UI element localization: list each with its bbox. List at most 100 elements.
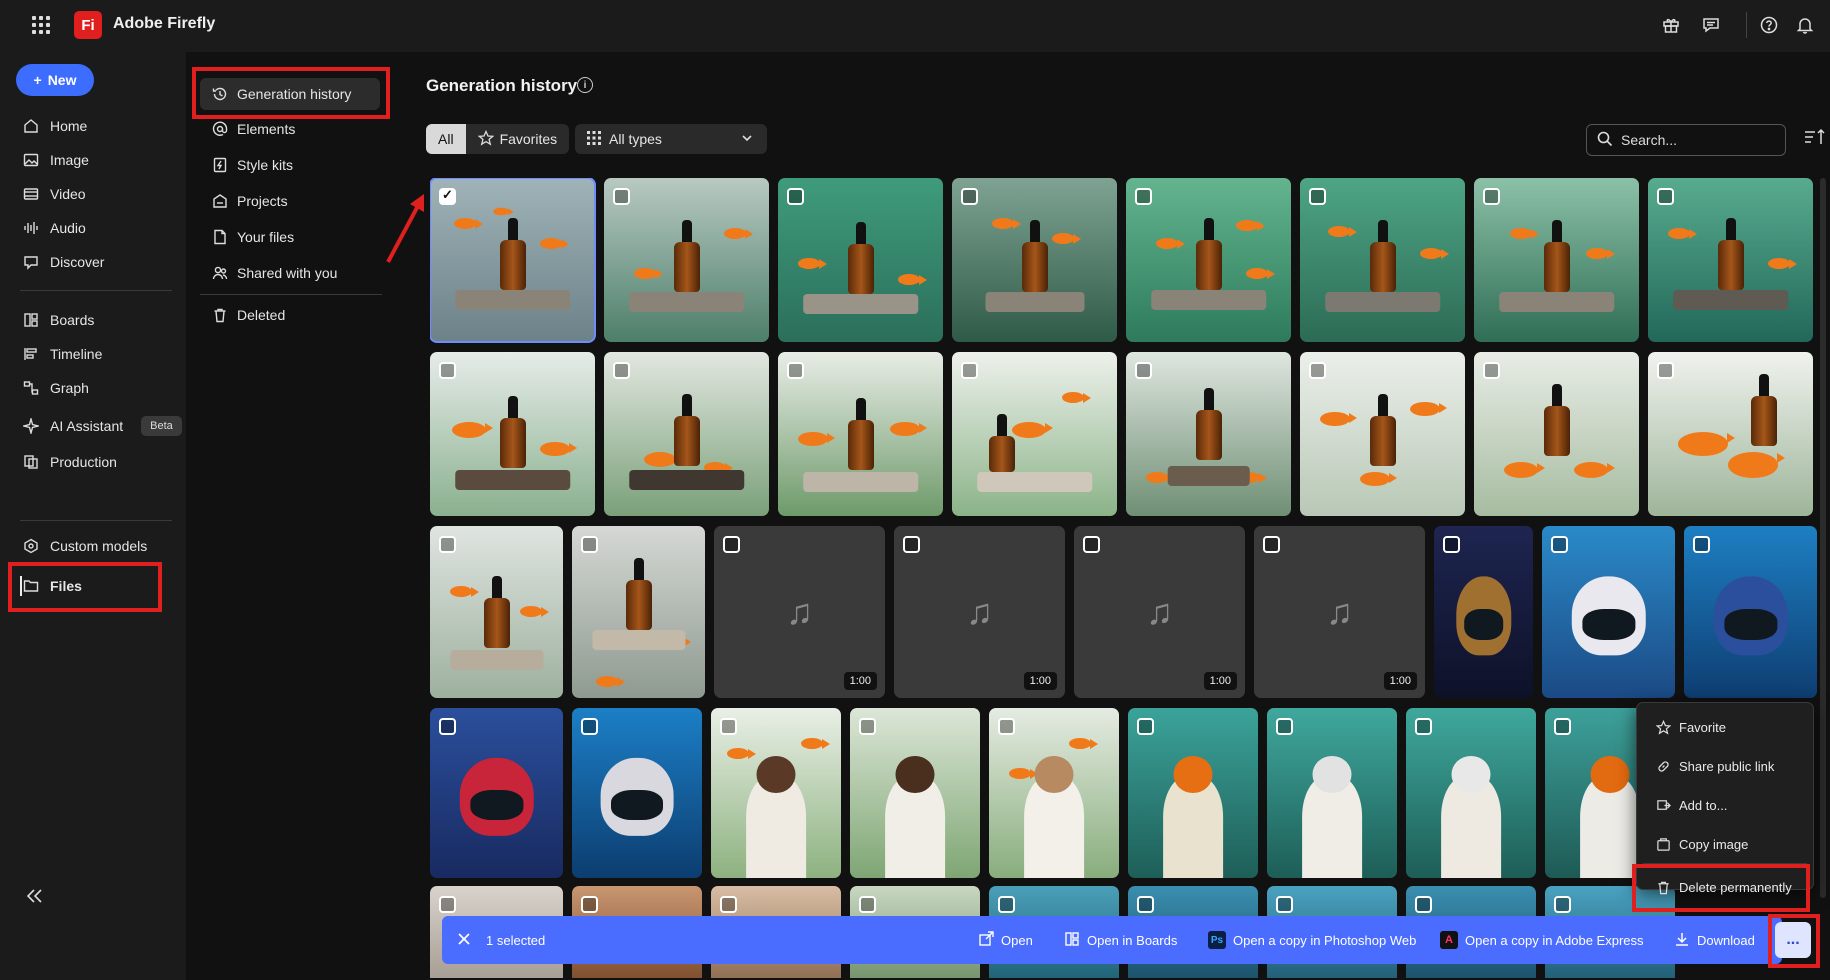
select-checkbox[interactable] (1309, 362, 1326, 379)
select-checkbox[interactable] (723, 536, 740, 553)
audio-thumbnail[interactable]: ♫ 1:00 (714, 526, 885, 698)
generation-thumbnail[interactable] (1128, 708, 1258, 878)
generation-thumbnail[interactable] (430, 708, 563, 878)
generation-thumbnail[interactable] (604, 352, 769, 516)
select-checkbox[interactable] (439, 718, 456, 735)
select-checkbox[interactable] (1415, 718, 1432, 735)
rail-item-audio[interactable]: Audio (22, 214, 86, 242)
sort-icon[interactable] (1804, 128, 1826, 151)
generation-thumbnail[interactable] (430, 352, 595, 516)
subnav-item-your-files[interactable]: Your files (212, 224, 294, 250)
generation-thumbnail[interactable] (1126, 178, 1291, 342)
select-checkbox[interactable] (1657, 362, 1674, 379)
select-checkbox[interactable] (903, 536, 920, 553)
generation-thumbnail[interactable] (1474, 352, 1639, 516)
audio-thumbnail[interactable]: ♫ 1:00 (1254, 526, 1425, 698)
rail-item-boards[interactable]: Boards (22, 306, 94, 334)
subnav-item-elements[interactable]: Elements (212, 116, 295, 142)
select-checkbox[interactable] (787, 362, 804, 379)
generation-thumbnail[interactable] (1648, 178, 1813, 342)
generation-thumbnail[interactable] (1648, 352, 1813, 516)
menu-item-copy-image[interactable]: Copy image (1655, 832, 1748, 856)
select-checkbox[interactable] (1657, 188, 1674, 205)
select-checkbox[interactable] (1083, 536, 1100, 553)
generation-thumbnail[interactable] (1300, 178, 1465, 342)
select-checkbox[interactable] (1554, 896, 1571, 913)
open-in-boards-button[interactable]: Open in Boards (1064, 930, 1177, 950)
rail-item-production[interactable]: Production (22, 448, 117, 476)
chat-icon[interactable] (1700, 14, 1722, 36)
select-checkbox[interactable] (720, 718, 737, 735)
select-checkbox[interactable] (787, 188, 804, 205)
bell-icon[interactable] (1794, 14, 1816, 36)
new-button[interactable]: + New (16, 64, 94, 96)
select-checkbox[interactable] (439, 536, 456, 553)
select-checkbox[interactable] (720, 896, 737, 913)
generation-thumbnail[interactable] (1126, 352, 1291, 516)
generation-thumbnail[interactable] (604, 178, 769, 342)
generation-thumbnail[interactable] (952, 178, 1117, 342)
select-checkbox[interactable] (998, 718, 1015, 735)
rail-item-timeline[interactable]: Timeline (22, 340, 102, 368)
subnav-item-style-kits[interactable]: Style kits (212, 152, 293, 178)
select-checkbox[interactable] (859, 718, 876, 735)
open-in-express-button[interactable]: A Open a copy in Adobe Express (1440, 930, 1644, 950)
select-checkbox[interactable] (1309, 188, 1326, 205)
filter-favorites[interactable]: Favorites (466, 124, 570, 154)
rail-item-ai-assistant[interactable]: AI Assistant Beta (22, 412, 182, 440)
select-checkbox[interactable] (998, 896, 1015, 913)
select-checkbox[interactable] (581, 536, 598, 553)
select-checkbox[interactable] (613, 188, 630, 205)
select-checkbox[interactable] (1135, 362, 1152, 379)
rail-item-graph[interactable]: Graph (22, 374, 89, 402)
select-checkbox[interactable] (1137, 896, 1154, 913)
generation-thumbnail[interactable] (850, 708, 980, 878)
collapse-icon[interactable] (26, 888, 44, 909)
select-checkbox[interactable] (1415, 896, 1432, 913)
select-checkbox[interactable] (439, 362, 456, 379)
select-checkbox[interactable] (1137, 718, 1154, 735)
generation-thumbnail[interactable] (711, 708, 841, 878)
help-icon[interactable] (1758, 14, 1780, 36)
select-checkbox[interactable] (1276, 896, 1293, 913)
audio-thumbnail[interactable]: ♫ 1:00 (1074, 526, 1245, 698)
subnav-item-shared-with-you[interactable]: Shared with you (212, 260, 337, 286)
rail-item-video[interactable]: Video (22, 180, 86, 208)
select-checkbox[interactable] (581, 718, 598, 735)
select-checkbox[interactable] (961, 362, 978, 379)
generation-thumbnail[interactable] (1684, 526, 1817, 698)
app-switcher-icon[interactable] (32, 16, 50, 34)
generation-thumbnail[interactable] (952, 352, 1117, 516)
generation-thumbnail[interactable] (1542, 526, 1675, 698)
generation-thumbnail[interactable] (1474, 178, 1639, 342)
select-checkbox[interactable] (1483, 362, 1500, 379)
types-dropdown[interactable]: All types (575, 124, 767, 154)
subnav-item-deleted[interactable]: Deleted (212, 302, 285, 328)
menu-item-favorite[interactable]: Favorite (1655, 715, 1726, 739)
generation-thumbnail[interactable] (778, 178, 943, 342)
generation-thumbnail[interactable] (778, 352, 943, 516)
generation-thumbnail[interactable] (1267, 708, 1397, 878)
generation-thumbnail[interactable] (1300, 352, 1465, 516)
rail-item-discover[interactable]: Discover (22, 248, 104, 276)
select-checkbox[interactable] (1693, 536, 1710, 553)
download-button[interactable]: Download (1674, 930, 1755, 950)
info-icon[interactable]: i (577, 77, 593, 93)
select-checkbox[interactable] (1263, 536, 1280, 553)
generation-thumbnail[interactable] (572, 526, 705, 698)
search-input[interactable]: Search... (1586, 124, 1786, 156)
generation-thumbnail[interactable] (1434, 526, 1533, 698)
gift-icon[interactable] (1660, 14, 1682, 36)
generation-thumbnail[interactable] (430, 526, 563, 698)
select-checkbox[interactable] (859, 896, 876, 913)
menu-item-share-public-link[interactable]: Share public link (1655, 754, 1774, 778)
select-checkbox[interactable] (1551, 536, 1568, 553)
select-checkbox[interactable] (1135, 188, 1152, 205)
select-checkbox[interactable] (1554, 718, 1571, 735)
select-checkbox[interactable] (1276, 718, 1293, 735)
select-checkbox[interactable] (581, 896, 598, 913)
select-checkbox[interactable] (439, 187, 456, 205)
grid-scrollbar[interactable] (1820, 178, 1826, 898)
clear-selection-button[interactable] (458, 930, 470, 950)
firefly-logo[interactable]: Fi (74, 11, 102, 39)
